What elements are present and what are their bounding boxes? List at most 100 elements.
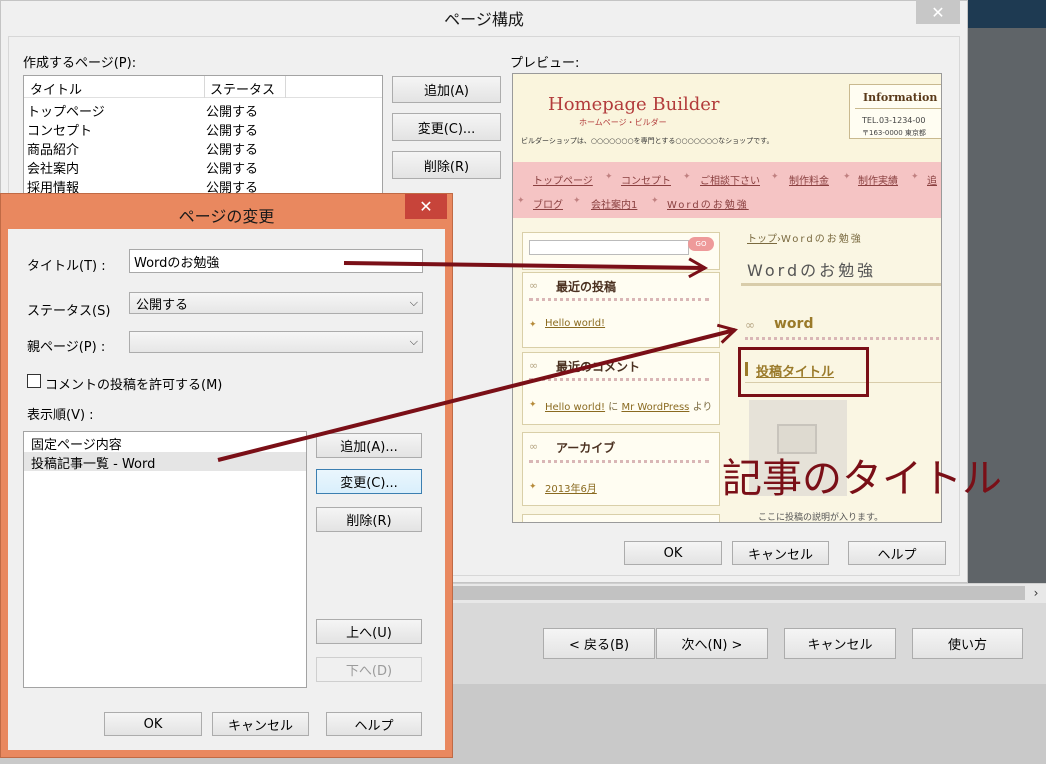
preview-nav-item: 追 [927,176,937,187]
preview-widget-title: 最近の投稿 [556,280,617,294]
list-item[interactable]: コンセプト [27,120,92,139]
wizard-cancel-button[interactable]: キャンセル [784,628,896,659]
pages-list-header: タイトル ステータス [24,76,382,98]
allow-comments-checkbox[interactable] [27,374,41,388]
list-item[interactable]: 会社案内 [27,158,79,177]
preview-address: 〒163-0000 東京都 [862,129,926,137]
divider [529,378,709,382]
preview-nav-item: 制作実績 [858,176,898,187]
preview-tel: TEL.03-1234-00 [862,116,926,125]
list-item-status: 公開する [206,124,259,139]
list-item[interactable]: 投稿記事一覧 - Word [31,453,155,472]
parent-select[interactable]: ⌵ [129,331,423,353]
title-field-label: タイトル(T) : [27,259,106,274]
preview-widget [522,514,720,522]
preview-nav-item: 制作料金 [789,176,829,187]
preview-description: ビルダーショップは、○○○○○○○を専門とする○○○○○○○なショップです。 [521,137,774,145]
close-icon[interactable]: ✕ [405,194,447,219]
move-down-button[interactable]: 下へ(D) [316,657,422,682]
bullet-icon: ✦ [529,320,537,330]
next-button[interactable]: 次へ(N) > [656,628,768,659]
dialog-cancel-button[interactable]: キャンセル [212,712,309,736]
swirl-icon: ∞ [529,440,539,453]
dialog-ok-button[interactable]: OK [104,712,202,736]
move-up-button[interactable]: 上へ(U) [316,619,422,644]
preview-post-description: ここに投稿の説明が入ります。 [758,513,884,523]
nav-separator-icon: ✦ [517,196,525,206]
close-icon[interactable]: ✕ [916,0,960,24]
column-divider [285,76,286,98]
help-button[interactable]: ヘルプ [848,541,946,565]
preview-link: Hello world! [545,318,606,329]
preview-label: プレビュー: [510,56,580,71]
dialog-help-button[interactable]: ヘルプ [326,712,422,736]
chevron-down-icon: ⌵ [409,296,418,309]
annotation-highlight-box [738,347,869,397]
back-button[interactable]: < 戻る(B) [543,628,655,659]
pages-label: 作成するページ(P): [23,56,137,71]
change-page-dialog-title: ページの変更 [178,207,275,226]
usage-button[interactable]: 使い方 [912,628,1023,659]
preview-widget-recent-posts [522,272,720,348]
preview-nav-item: ご相談下さい [700,176,760,187]
preview-nav-item: 会社案内1 [591,200,638,211]
delete-page-button[interactable]: 削除(R) [392,151,501,179]
scrollbar-thumb[interactable] [450,586,1025,600]
change-item-button[interactable]: 変更(C)... [316,469,422,494]
nav-separator-icon: ✦ [573,196,581,206]
preview-breadcrumb: トップ›Wordのお勉強 [747,234,863,245]
list-item[interactable]: トップページ [27,101,105,120]
divider [855,108,941,109]
swirl-icon: ∞ [529,279,539,292]
annotation-text: 記事のタイトル [722,456,1002,502]
page-composition-title: ページ構成 [444,10,524,29]
preview-nav-item: ブログ [533,200,563,211]
list-item[interactable]: 固定ページ内容 [31,434,122,453]
display-order-label: 表示順(V) : [27,408,94,423]
scroll-right-arrow-icon[interactable]: › [1028,584,1044,602]
preview-category: word [774,316,814,332]
list-item-status: 公開する [206,105,259,120]
divider [529,298,709,302]
parent-field-label: 親ページ(P) : [27,340,106,355]
column-title[interactable]: タイトル [30,79,82,98]
preview-logo: Homepage Builder [548,94,720,115]
swirl-icon: ∞ [529,359,539,372]
add-page-button[interactable]: 追加(A) [392,76,501,103]
nav-separator-icon: ✦ [651,196,659,206]
ok-button[interactable]: OK [624,541,722,565]
preview-nav-item: Wordのお勉強 [667,200,749,211]
add-item-button[interactable]: 追加(A)... [316,433,422,458]
nav-separator-icon: ✦ [843,172,851,182]
desktop-strip [962,0,1046,28]
preview-widget-title: アーカイブ [556,441,616,455]
divider [745,337,941,340]
preview-logo-sub: ホームページ・ビルダー [579,118,667,127]
preview-comment: Hello world! に Mr WordPress より [545,402,713,413]
title-field[interactable]: Wordのお勉強 [129,249,423,273]
preview-widget-title: 最近のコメント [556,360,641,374]
preview-link: 2013年6月 [545,484,597,495]
divider [741,283,941,286]
list-item[interactable]: 商品紹介 [27,139,79,158]
column-divider [204,76,205,98]
delete-item-button[interactable]: 削除(R) [316,507,422,532]
list-item-status: 公開する [206,143,259,158]
preview-search-input [529,240,689,255]
change-page-button[interactable]: 変更(C)... [392,113,501,141]
preview-nav-item: コンセプト [621,176,671,187]
bullet-icon: ✦ [529,400,537,410]
nav-separator-icon: ✦ [771,172,779,182]
preview-go-button: GO [688,237,714,251]
preview-info-title: Information [863,91,938,104]
swirl-icon: ∞ [745,318,755,332]
allow-comments-label[interactable]: コメントの投稿を許可する(M) [45,374,222,393]
cancel-button[interactable]: キャンセル [732,541,829,565]
column-status[interactable]: ステータス [210,79,275,98]
nav-separator-icon: ✦ [605,172,613,182]
status-field-label: ステータス(S) [27,304,111,319]
preview-page-title: Wordのお勉強 [747,261,877,280]
chevron-down-icon: ⌵ [409,335,418,348]
preview-nav-item: トップページ [533,176,593,187]
status-select[interactable]: 公開する ⌵ [129,292,423,314]
